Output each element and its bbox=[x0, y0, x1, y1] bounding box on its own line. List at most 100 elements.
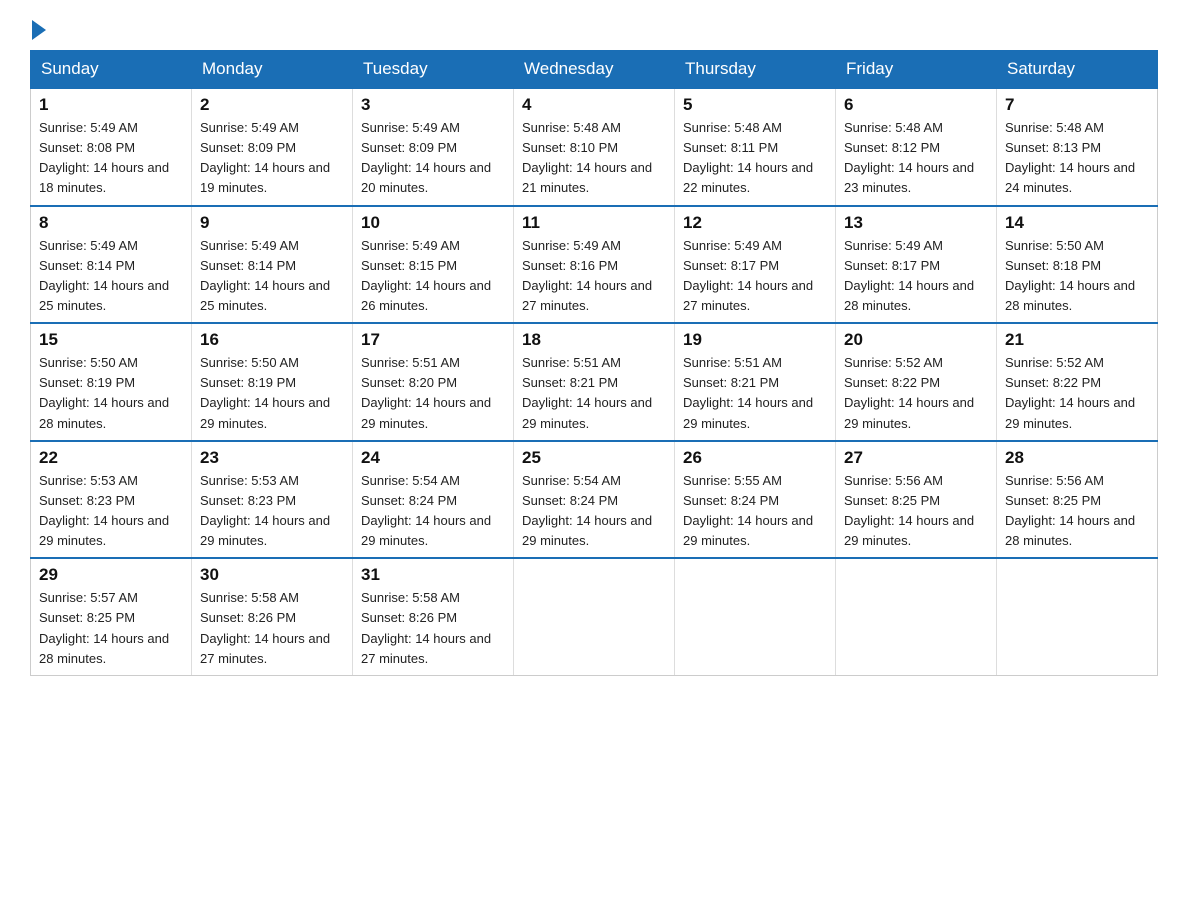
calendar-cell bbox=[514, 558, 675, 675]
calendar-cell: 17Sunrise: 5:51 AMSunset: 8:20 PMDayligh… bbox=[353, 323, 514, 441]
calendar-cell bbox=[997, 558, 1158, 675]
day-info: Sunrise: 5:56 AMSunset: 8:25 PMDaylight:… bbox=[1005, 471, 1149, 552]
day-header-sunday: Sunday bbox=[31, 51, 192, 89]
calendar-cell: 6 Sunrise: 5:48 AMSunset: 8:12 PMDaylight… bbox=[836, 88, 997, 206]
day-info: Sunrise: 5:50 AMSunset: 8:19 PMDaylight:… bbox=[200, 353, 344, 434]
calendar-cell: 24 Sunrise: 5:54 AMSunset: 8:24 PMDayligh… bbox=[353, 441, 514, 559]
day-number: 29 bbox=[39, 565, 183, 585]
calendar-week-1: 1 Sunrise: 5:49 AMSunset: 8:08 PMDaylight… bbox=[31, 88, 1158, 206]
calendar-cell: 19Sunrise: 5:51 AMSunset: 8:21 PMDayligh… bbox=[675, 323, 836, 441]
day-number: 5 bbox=[683, 95, 827, 115]
day-number: 9 bbox=[200, 213, 344, 233]
day-info: Sunrise: 5:50 AMSunset: 8:18 PMDaylight:… bbox=[1005, 236, 1149, 317]
calendar-week-5: 29Sunrise: 5:57 AMSunset: 8:25 PMDayligh… bbox=[31, 558, 1158, 675]
calendar-cell: 31 Sunrise: 5:58 AMSunset: 8:26 PMDayligh… bbox=[353, 558, 514, 675]
day-info: Sunrise: 5:49 AMSunset: 8:14 PMDaylight:… bbox=[200, 236, 344, 317]
day-info: Sunrise: 5:58 AMSunset: 8:26 PMDaylight:… bbox=[361, 588, 505, 669]
day-number: 10 bbox=[361, 213, 505, 233]
calendar-week-3: 15 Sunrise: 5:50 AMSunset: 8:19 PMDayligh… bbox=[31, 323, 1158, 441]
calendar-cell: 27Sunrise: 5:56 AMSunset: 8:25 PMDayligh… bbox=[836, 441, 997, 559]
calendar-cell: 21 Sunrise: 5:52 AMSunset: 8:22 PMDayligh… bbox=[997, 323, 1158, 441]
day-number: 22 bbox=[39, 448, 183, 468]
day-info: Sunrise: 5:48 AMSunset: 8:12 PMDaylight:… bbox=[844, 118, 988, 199]
day-info: Sunrise: 5:49 AMSunset: 8:14 PMDaylight:… bbox=[39, 236, 183, 317]
day-number: 24 bbox=[361, 448, 505, 468]
calendar-cell: 12 Sunrise: 5:49 AMSunset: 8:17 PMDayligh… bbox=[675, 206, 836, 324]
calendar-cell: 23 Sunrise: 5:53 AMSunset: 8:23 PMDayligh… bbox=[192, 441, 353, 559]
day-number: 8 bbox=[39, 213, 183, 233]
calendar-cell: 29Sunrise: 5:57 AMSunset: 8:25 PMDayligh… bbox=[31, 558, 192, 675]
day-info: Sunrise: 5:48 AMSunset: 8:13 PMDaylight:… bbox=[1005, 118, 1149, 199]
day-info: Sunrise: 5:48 AMSunset: 8:10 PMDaylight:… bbox=[522, 118, 666, 199]
day-number: 28 bbox=[1005, 448, 1149, 468]
day-number: 4 bbox=[522, 95, 666, 115]
day-info: Sunrise: 5:49 AMSunset: 8:17 PMDaylight:… bbox=[683, 236, 827, 317]
page-header bbox=[30, 20, 1158, 40]
day-header-friday: Friday bbox=[836, 51, 997, 89]
calendar-cell: 25 Sunrise: 5:54 AMSunset: 8:24 PMDayligh… bbox=[514, 441, 675, 559]
day-number: 20 bbox=[844, 330, 988, 350]
day-number: 18 bbox=[522, 330, 666, 350]
day-info: Sunrise: 5:58 AMSunset: 8:26 PMDaylight:… bbox=[200, 588, 344, 669]
calendar-cell bbox=[675, 558, 836, 675]
day-info: Sunrise: 5:54 AMSunset: 8:24 PMDaylight:… bbox=[361, 471, 505, 552]
day-header-monday: Monday bbox=[192, 51, 353, 89]
calendar-cell: 28 Sunrise: 5:56 AMSunset: 8:25 PMDayligh… bbox=[997, 441, 1158, 559]
day-info: Sunrise: 5:52 AMSunset: 8:22 PMDaylight:… bbox=[1005, 353, 1149, 434]
day-number: 25 bbox=[522, 448, 666, 468]
day-info: Sunrise: 5:53 AMSunset: 8:23 PMDaylight:… bbox=[39, 471, 183, 552]
day-number: 12 bbox=[683, 213, 827, 233]
day-header-wednesday: Wednesday bbox=[514, 51, 675, 89]
day-info: Sunrise: 5:52 AMSunset: 8:22 PMDaylight:… bbox=[844, 353, 988, 434]
calendar-cell: 22 Sunrise: 5:53 AMSunset: 8:23 PMDayligh… bbox=[31, 441, 192, 559]
day-number: 14 bbox=[1005, 213, 1149, 233]
day-info: Sunrise: 5:50 AMSunset: 8:19 PMDaylight:… bbox=[39, 353, 183, 434]
calendar-cell bbox=[836, 558, 997, 675]
calendar-cell: 16 Sunrise: 5:50 AMSunset: 8:19 PMDayligh… bbox=[192, 323, 353, 441]
day-number: 19 bbox=[683, 330, 827, 350]
calendar-cell: 8 Sunrise: 5:49 AMSunset: 8:14 PMDaylight… bbox=[31, 206, 192, 324]
logo bbox=[30, 20, 48, 40]
day-number: 31 bbox=[361, 565, 505, 585]
day-number: 11 bbox=[522, 213, 666, 233]
day-header-thursday: Thursday bbox=[675, 51, 836, 89]
day-info: Sunrise: 5:49 AMSunset: 8:16 PMDaylight:… bbox=[522, 236, 666, 317]
day-info: Sunrise: 5:56 AMSunset: 8:25 PMDaylight:… bbox=[844, 471, 988, 552]
calendar-table: SundayMondayTuesdayWednesdayThursdayFrid… bbox=[30, 50, 1158, 676]
logo-arrow-icon bbox=[32, 20, 46, 40]
calendar-cell: 7Sunrise: 5:48 AMSunset: 8:13 PMDaylight… bbox=[997, 88, 1158, 206]
day-number: 6 bbox=[844, 95, 988, 115]
day-number: 16 bbox=[200, 330, 344, 350]
day-number: 23 bbox=[200, 448, 344, 468]
calendar-cell: 20 Sunrise: 5:52 AMSunset: 8:22 PMDayligh… bbox=[836, 323, 997, 441]
calendar-cell: 15 Sunrise: 5:50 AMSunset: 8:19 PMDayligh… bbox=[31, 323, 192, 441]
day-number: 3 bbox=[361, 95, 505, 115]
day-info: Sunrise: 5:49 AMSunset: 8:09 PMDaylight:… bbox=[200, 118, 344, 199]
day-info: Sunrise: 5:49 AMSunset: 8:08 PMDaylight:… bbox=[39, 118, 183, 199]
day-info: Sunrise: 5:51 AMSunset: 8:21 PMDaylight:… bbox=[522, 353, 666, 434]
day-number: 1 bbox=[39, 95, 183, 115]
calendar-cell: 30 Sunrise: 5:58 AMSunset: 8:26 PMDayligh… bbox=[192, 558, 353, 675]
day-number: 21 bbox=[1005, 330, 1149, 350]
day-header-tuesday: Tuesday bbox=[353, 51, 514, 89]
day-number: 2 bbox=[200, 95, 344, 115]
day-number: 30 bbox=[200, 565, 344, 585]
day-info: Sunrise: 5:55 AMSunset: 8:24 PMDaylight:… bbox=[683, 471, 827, 552]
day-info: Sunrise: 5:49 AMSunset: 8:09 PMDaylight:… bbox=[361, 118, 505, 199]
calendar-cell: 2 Sunrise: 5:49 AMSunset: 8:09 PMDaylight… bbox=[192, 88, 353, 206]
calendar-cell: 1 Sunrise: 5:49 AMSunset: 8:08 PMDaylight… bbox=[31, 88, 192, 206]
day-number: 15 bbox=[39, 330, 183, 350]
day-info: Sunrise: 5:49 AMSunset: 8:15 PMDaylight:… bbox=[361, 236, 505, 317]
calendar-cell: 11 Sunrise: 5:49 AMSunset: 8:16 PMDayligh… bbox=[514, 206, 675, 324]
day-info: Sunrise: 5:54 AMSunset: 8:24 PMDaylight:… bbox=[522, 471, 666, 552]
calendar-cell: 10 Sunrise: 5:49 AMSunset: 8:15 PMDayligh… bbox=[353, 206, 514, 324]
day-header-row: SundayMondayTuesdayWednesdayThursdayFrid… bbox=[31, 51, 1158, 89]
day-number: 26 bbox=[683, 448, 827, 468]
day-info: Sunrise: 5:51 AMSunset: 8:20 PMDaylight:… bbox=[361, 353, 505, 434]
calendar-week-4: 22 Sunrise: 5:53 AMSunset: 8:23 PMDayligh… bbox=[31, 441, 1158, 559]
calendar-cell: 26 Sunrise: 5:55 AMSunset: 8:24 PMDayligh… bbox=[675, 441, 836, 559]
calendar-cell: 14 Sunrise: 5:50 AMSunset: 8:18 PMDayligh… bbox=[997, 206, 1158, 324]
calendar-cell: 3 Sunrise: 5:49 AMSunset: 8:09 PMDaylight… bbox=[353, 88, 514, 206]
calendar-cell: 4 Sunrise: 5:48 AMSunset: 8:10 PMDaylight… bbox=[514, 88, 675, 206]
day-info: Sunrise: 5:53 AMSunset: 8:23 PMDaylight:… bbox=[200, 471, 344, 552]
